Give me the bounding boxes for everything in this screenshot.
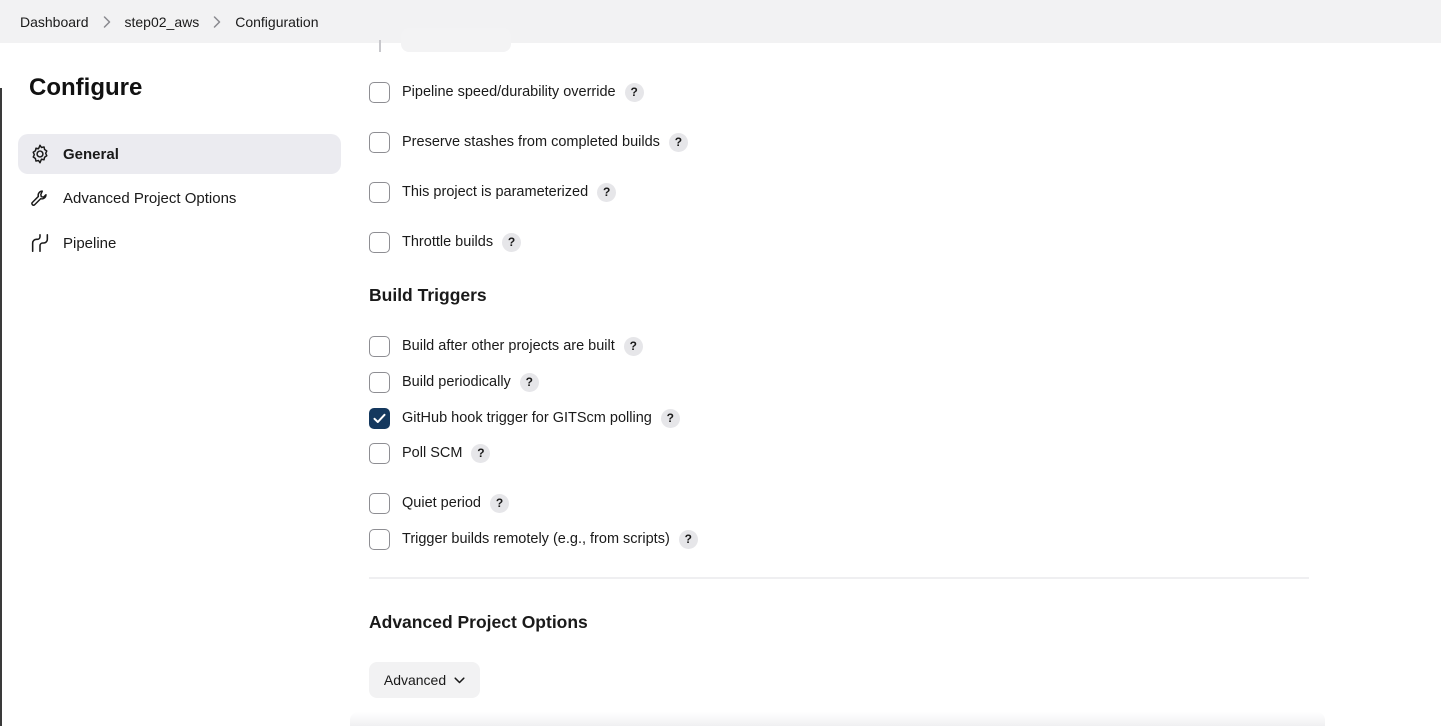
collapsed-control[interactable] (401, 28, 511, 52)
help-icon[interactable]: ? (678, 529, 698, 549)
checkmark-icon (373, 413, 386, 423)
option-quiet-period: Quiet period ? (369, 491, 509, 515)
option-preserve-stashes: Preserve stashes from completed builds ? (369, 130, 688, 154)
checkbox[interactable] (369, 335, 390, 357)
option-github-hook-trigger: GitHub hook trigger for GITScm polling ? (369, 406, 680, 430)
option-label: Preserve stashes from completed builds (402, 134, 660, 150)
sidebar-item-label: General (63, 145, 119, 163)
sidebar-item-label: Advanced Project Options (63, 189, 237, 207)
help-icon[interactable]: ? (624, 82, 644, 102)
option-pipeline-speed-durability: Pipeline speed/durability override ? (369, 80, 644, 104)
advanced-button-label: Advanced (383, 672, 447, 688)
window-edge (0, 44, 2, 726)
option-label: Trigger builds remotely (e.g., from scri… (402, 531, 670, 547)
help-icon[interactable]: ? (668, 132, 688, 152)
breadcrumb-dashboard[interactable]: Dashboard (20, 14, 89, 30)
help-icon[interactable]: ? (502, 232, 522, 252)
option-parameterized: This project is parameterized ? (369, 180, 617, 204)
checkbox[interactable] (369, 231, 390, 253)
help-icon[interactable]: ? (623, 336, 643, 356)
page-title: Configure (29, 74, 143, 101)
help-icon[interactable]: ? (490, 493, 509, 513)
chevron-down-icon (454, 676, 465, 683)
checkbox[interactable] (369, 492, 390, 514)
checkbox[interactable] (369, 371, 390, 393)
option-label: This project is parameterized (402, 184, 589, 200)
breadcrumb-configuration[interactable]: Configuration (235, 14, 318, 30)
help-icon[interactable]: ? (660, 408, 680, 428)
advanced-button[interactable]: Advanced (369, 662, 480, 698)
section-connector (379, 40, 381, 52)
option-build-periodically: Build periodically ? (369, 370, 539, 394)
option-build-after-other-projects: Build after other projects are built ? (369, 334, 643, 358)
option-label: GitHub hook trigger for GITScm polling (402, 410, 652, 426)
checkbox[interactable] (369, 131, 390, 153)
window-edge-gap (0, 44, 2, 88)
checkbox[interactable] (369, 81, 390, 103)
section-title-advanced-project-options: Advanced Project Options (369, 612, 588, 632)
help-icon[interactable]: ? (597, 182, 617, 202)
breadcrumb: Dashboard step02_aws Configuration (0, 0, 1441, 43)
option-label: Build periodically (402, 374, 511, 390)
option-poll-scm: Poll SCM ? (369, 441, 491, 465)
chevron-right-icon (213, 15, 221, 28)
option-label: Quiet period (402, 495, 481, 511)
option-trigger-builds-remotely: Trigger builds remotely (e.g., from scri… (369, 527, 698, 551)
help-icon[interactable]: ? (471, 443, 491, 463)
pipeline-icon (29, 232, 51, 254)
checkbox-checked[interactable] (369, 407, 390, 429)
sidebar-item-pipeline[interactable]: Pipeline (18, 223, 341, 263)
option-throttle-builds: Throttle builds ? (369, 230, 522, 254)
option-label: Pipeline speed/durability override (402, 84, 616, 100)
option-label: Throttle builds (402, 234, 494, 250)
wrench-icon (29, 187, 51, 209)
sidebar-item-general[interactable]: General (18, 134, 341, 174)
help-icon[interactable]: ? (519, 372, 539, 392)
option-label: Poll SCM (402, 445, 463, 461)
sidebar-item-label: Pipeline (63, 234, 117, 252)
bottom-panel-edge (350, 712, 1325, 726)
sidebar-item-advanced-project-options[interactable]: Advanced Project Options (18, 178, 341, 218)
checkbox[interactable] (369, 181, 390, 203)
option-label: Build after other projects are built (402, 338, 615, 354)
checkbox[interactable] (369, 442, 390, 464)
section-title-build-triggers: Build Triggers (369, 285, 487, 305)
breadcrumb-project[interactable]: step02_aws (125, 14, 200, 30)
section-divider (369, 577, 1309, 579)
checkbox[interactable] (369, 528, 390, 550)
chevron-right-icon (103, 15, 111, 28)
gear-icon (29, 143, 51, 165)
